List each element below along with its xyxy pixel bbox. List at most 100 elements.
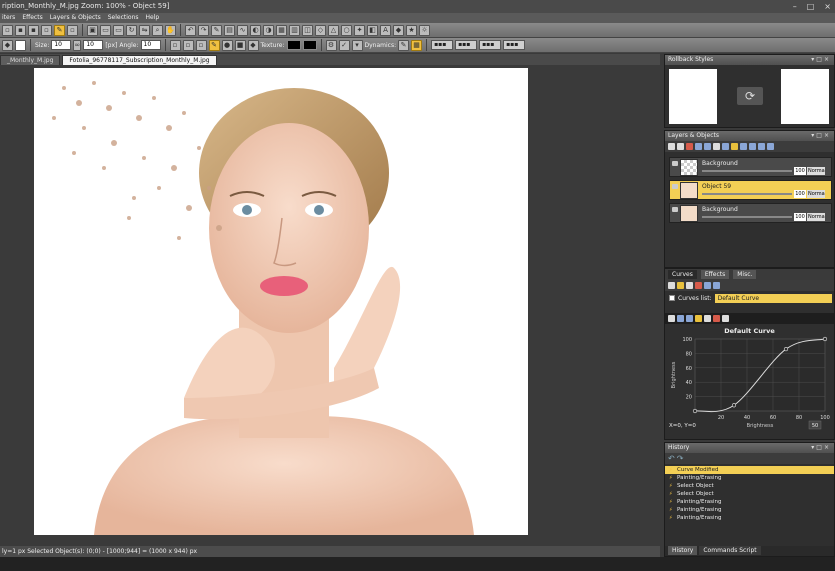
move-down-icon[interactable] xyxy=(749,143,756,150)
history-item[interactable]: Painting/Erasing xyxy=(665,474,834,482)
minimize-icon[interactable]: – xyxy=(793,2,797,11)
menu-item-effects[interactable]: Effects xyxy=(22,13,42,23)
point-icon[interactable] xyxy=(686,315,693,322)
tab-curves[interactable]: Curves xyxy=(668,270,697,279)
levels-icon[interactable]: ▤ xyxy=(224,24,235,36)
brush-custom-icon[interactable]: ◆ xyxy=(247,39,259,51)
rotate-icon[interactable]: ↻ xyxy=(126,24,137,36)
settings-icon[interactable]: ⚙ xyxy=(325,39,337,51)
sharpen-icon[interactable]: △ xyxy=(328,24,339,36)
down-icon[interactable] xyxy=(713,282,720,289)
brush-shape-icon[interactable]: ▫ xyxy=(169,39,181,51)
undo-icon[interactable]: ↶ xyxy=(668,454,675,463)
dynamics-icon[interactable]: ✎ xyxy=(398,39,410,51)
new-icon[interactable]: ▫ xyxy=(2,24,13,36)
rollback-before-preview[interactable] xyxy=(669,69,717,124)
close-icon[interactable]: × xyxy=(824,2,831,11)
shape-icon[interactable]: ◆ xyxy=(393,24,404,36)
crop-icon[interactable]: ▭ xyxy=(100,24,111,36)
mode-dropdown[interactable]: ▪▪▪ xyxy=(479,40,502,50)
text-icon[interactable]: A xyxy=(380,24,391,36)
drop-icon[interactable]: ◇ xyxy=(315,24,326,36)
opacity-slider[interactable] xyxy=(702,216,792,218)
channels-icon[interactable]: ◫ xyxy=(302,24,313,36)
brush-hard-icon[interactable]: ▫ xyxy=(195,39,207,51)
new-layer-icon[interactable] xyxy=(668,143,675,150)
refresh-icon[interactable]: ⟳ xyxy=(737,87,763,105)
panel-controls[interactable]: ▾□× xyxy=(811,55,831,65)
star-icon[interactable]: ★ xyxy=(406,24,417,36)
panel-controls[interactable]: ▾□× xyxy=(811,131,831,141)
opacity-dropdown[interactable]: ▪▪▪ xyxy=(431,40,454,50)
opacity-slider[interactable] xyxy=(702,193,792,195)
color-swatch-icon[interactable] xyxy=(15,39,26,51)
hand-icon[interactable]: ✋ xyxy=(165,24,176,36)
visibility-icon[interactable] xyxy=(672,184,678,189)
mask-icon[interactable]: ◧ xyxy=(367,24,378,36)
visibility-icon[interactable] xyxy=(672,207,678,212)
resize-icon[interactable]: ▭ xyxy=(113,24,124,36)
history-item[interactable]: Painting/Erasing xyxy=(665,498,834,506)
redo-icon[interactable]: ↷ xyxy=(677,454,684,463)
layer-row[interactable]: Object 59 100 Norma xyxy=(669,180,832,200)
blend-mode-select[interactable]: Norma xyxy=(807,190,825,198)
layer-row[interactable]: Background 100 Norma xyxy=(669,157,832,177)
save-curve-icon[interactable] xyxy=(686,282,693,289)
layer-row[interactable]: Background 100 Norma xyxy=(669,203,832,223)
move-bottom-icon[interactable] xyxy=(767,143,774,150)
close-curve-icon[interactable] xyxy=(713,315,720,322)
curve-chart[interactable]: 20 40 60 80 100 100 80 60 40 20 Brightness X=0, Y=0… xyxy=(665,335,834,439)
maximize-icon[interactable]: □ xyxy=(807,2,815,11)
size-height-input[interactable]: 10 xyxy=(83,40,104,50)
check-icon[interactable]: ✓ xyxy=(338,39,350,51)
contrast-icon[interactable]: ◐ xyxy=(250,24,261,36)
rollback-after-preview[interactable] xyxy=(781,69,829,124)
opacity-input[interactable]: 100 xyxy=(794,213,806,221)
group-icon[interactable] xyxy=(704,143,711,150)
menu-item-help[interactable]: Help xyxy=(146,13,160,23)
move-top-icon[interactable] xyxy=(758,143,765,150)
opacity-input[interactable]: 100 xyxy=(794,190,806,198)
print-icon[interactable]: ▫ xyxy=(41,24,52,36)
history-item[interactable]: Painting/Erasing xyxy=(665,506,834,514)
gradient-icon[interactable]: ▦ xyxy=(276,24,287,36)
history-item[interactable]: Curve Modified xyxy=(665,466,834,474)
menu-item-filters[interactable]: iters xyxy=(2,13,15,23)
size-width-input[interactable]: 10 xyxy=(51,40,72,50)
effects-icon[interactable]: ✦ xyxy=(354,24,365,36)
texture-swatch[interactable] xyxy=(286,40,301,50)
angle-input[interactable]: 10 xyxy=(140,40,161,50)
link-icon[interactable]: ∞ xyxy=(73,39,82,51)
tab-history[interactable]: History xyxy=(668,546,698,555)
tab-document-1[interactable]: _Monthly_M.jpg xyxy=(0,55,61,65)
brush-soft-icon[interactable]: ▫ xyxy=(182,39,194,51)
brush-square-icon[interactable]: ■ xyxy=(234,39,246,51)
panel-controls[interactable]: ▾□× xyxy=(811,443,831,453)
color-balance-icon[interactable]: ▥ xyxy=(289,24,300,36)
link-layer-icon[interactable] xyxy=(722,143,729,150)
merge-icon[interactable] xyxy=(695,143,702,150)
blend-dropdown[interactable]: ▪▪▪ xyxy=(503,40,526,50)
tab-effects[interactable]: Effects xyxy=(700,270,730,279)
play-icon[interactable] xyxy=(668,315,675,322)
opacity-slider[interactable] xyxy=(702,170,792,172)
flow-dropdown[interactable]: ▪▪▪ xyxy=(455,40,478,50)
curves-icon[interactable]: ∿ xyxy=(237,24,248,36)
dynamics-active-icon[interactable]: ▦ xyxy=(411,39,423,51)
channel-icon[interactable] xyxy=(677,315,684,322)
adjust-icon[interactable]: ☼ xyxy=(419,24,430,36)
image-icon[interactable]: ▣ xyxy=(87,24,98,36)
tab-commands-script[interactable]: Commands Script xyxy=(699,546,761,555)
up-icon[interactable] xyxy=(704,282,711,289)
open-icon[interactable]: ▪ xyxy=(15,24,26,36)
hue-icon[interactable]: ◑ xyxy=(263,24,274,36)
image-canvas[interactable] xyxy=(34,68,528,535)
menu-item-layers-objects[interactable]: Layers & Objects xyxy=(50,13,101,23)
zoom-icon[interactable]: ⌕ xyxy=(152,24,163,36)
blend-mode-select[interactable]: Norma xyxy=(807,213,825,221)
new-curve-icon[interactable] xyxy=(668,282,675,289)
delete-layer-icon[interactable] xyxy=(686,143,693,150)
reset-icon[interactable] xyxy=(704,315,711,322)
tab-document-2[interactable]: Fotolia_96778117_Subscription_Monthly_M.… xyxy=(62,55,217,65)
delete-curve-icon[interactable] xyxy=(695,282,702,289)
